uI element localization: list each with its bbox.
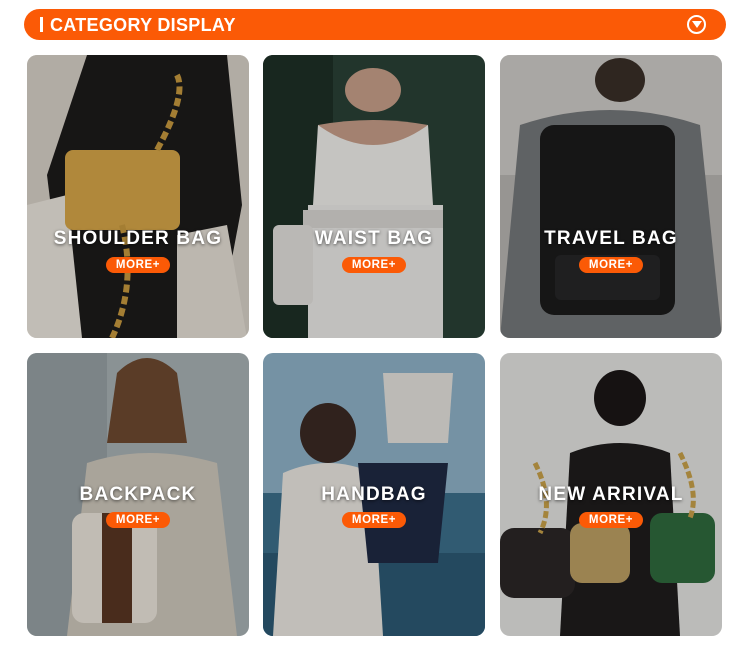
chevron-down-circle-icon[interactable] — [687, 15, 706, 34]
category-label: TRAVEL BAG — [544, 228, 678, 249]
more-button[interactable]: MORE+ — [106, 257, 170, 273]
tile-overlay — [500, 55, 722, 338]
category-label: SHOULDER BAG — [53, 228, 223, 249]
category-tile-travel-bag[interactable]: TRAVEL BAG MORE+ — [500, 55, 722, 338]
category-header[interactable]: CATEGORY DISPLAY — [24, 9, 726, 40]
category-tile-new-arrival[interactable]: NEW ARRIVAL MORE+ — [500, 353, 722, 636]
category-label: BACKPACK — [79, 484, 197, 505]
category-tile-shoulder-bag[interactable]: SHOULDER BAG MORE+ — [27, 55, 249, 338]
more-button[interactable]: MORE+ — [579, 257, 643, 273]
tile-overlay — [27, 55, 249, 338]
more-button[interactable]: MORE+ — [106, 512, 170, 528]
category-tile-waist-bag[interactable]: WAIST BAG MORE+ — [263, 55, 485, 338]
category-label: WAIST BAG — [314, 228, 434, 249]
more-button[interactable]: MORE+ — [579, 512, 643, 528]
tile-overlay — [263, 55, 485, 338]
header-accent-bar — [40, 17, 43, 32]
more-button[interactable]: MORE+ — [342, 512, 406, 528]
category-tile-backpack[interactable]: BACKPACK MORE+ — [27, 353, 249, 636]
category-label: NEW ARRIVAL — [538, 484, 684, 505]
header-title: CATEGORY DISPLAY — [50, 15, 236, 35]
more-button[interactable]: MORE+ — [342, 257, 406, 273]
category-tile-handbag[interactable]: HANDBAG MORE+ — [263, 353, 485, 636]
category-label: HANDBAG — [321, 484, 427, 505]
